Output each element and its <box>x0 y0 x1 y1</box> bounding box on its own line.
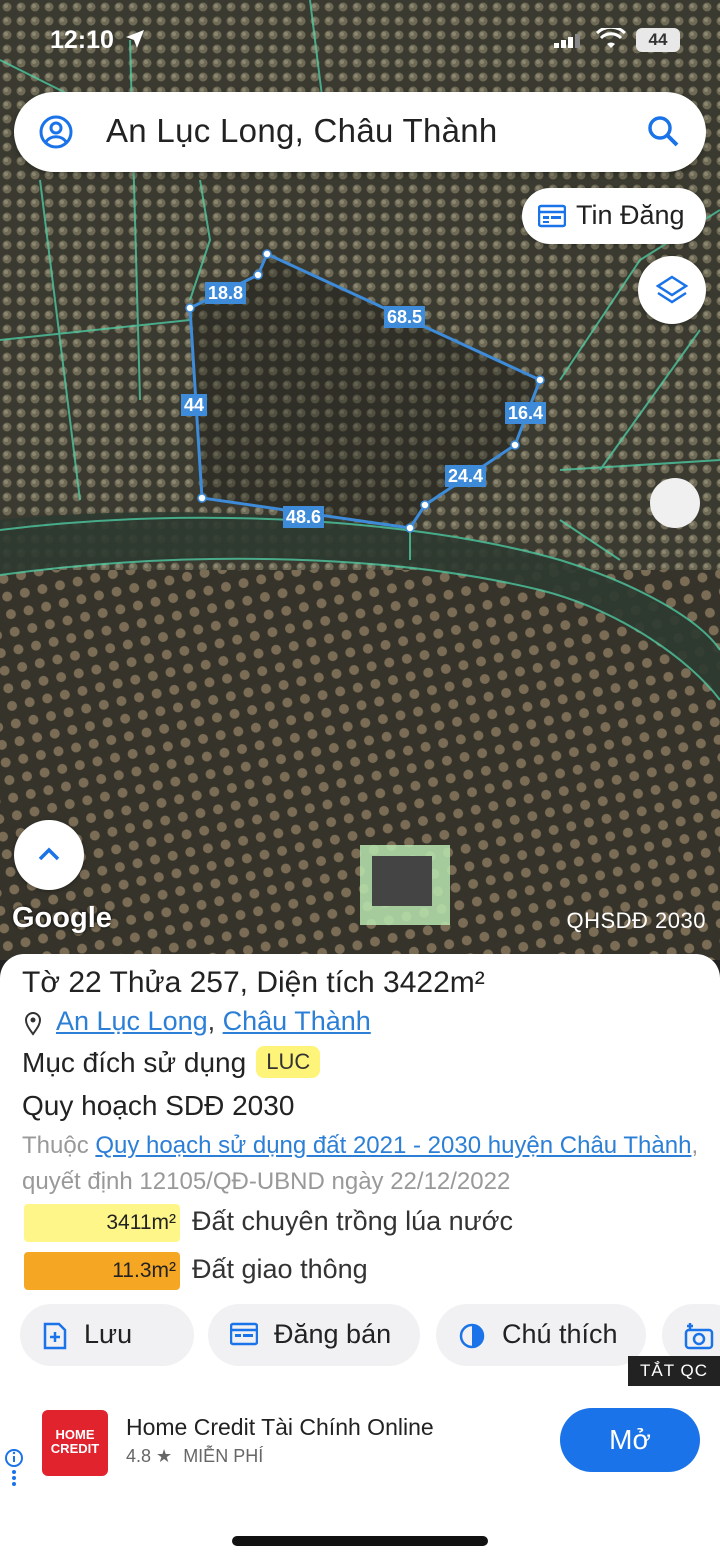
account-icon[interactable] <box>38 114 74 150</box>
area-row-rice: 3411m² Đất chuyên trồng lúa nước <box>24 1204 704 1244</box>
location-arrow-icon <box>126 30 144 48</box>
layers-icon <box>656 275 688 304</box>
search-icon[interactable] <box>646 114 680 148</box>
land-purpose: Mục đích sử dụng LUC <box>22 1046 321 1079</box>
parcel-info-panel: Tờ 22 Thửa 257, Diện tích 3422m² An Lục … <box>0 954 720 1404</box>
contrast-icon <box>459 1323 485 1349</box>
google-logo: Google <box>12 902 112 934</box>
sell-button[interactable]: Đăng bán <box>208 1304 420 1366</box>
area-value: 11.3m² <box>112 1259 176 1282</box>
ad-price: MIỄN PHÍ <box>183 1446 264 1466</box>
ad-app-logo: HOME CREDIT <box>42 1410 108 1476</box>
purpose-label: Mục đích sử dụng <box>22 1047 247 1078</box>
save-icon <box>43 1322 67 1350</box>
dimension-label: 44 <box>181 394 208 416</box>
note-prefix: Thuộc <box>22 1132 96 1159</box>
battery-icon: 44 <box>636 28 680 52</box>
ad-banner[interactable]: HOME CREDIT Home Credit Tài Chính Online… <box>0 1390 720 1498</box>
expand-up-button[interactable] <box>14 820 84 890</box>
tin-dang-label: Tin Đăng <box>576 200 685 230</box>
status-time: 12:10 <box>50 26 114 54</box>
layers-button[interactable] <box>638 256 706 324</box>
dimension-label: 48.6 <box>283 506 325 528</box>
listing-icon <box>538 204 566 228</box>
area-value: 3411m² <box>106 1211 176 1234</box>
search-bar[interactable]: An Lục Long, Châu Thành <box>14 92 706 172</box>
area-row-road: 11.3m² Đất giao thông <box>24 1252 704 1292</box>
home-indicator-area <box>0 1498 720 1558</box>
chevron-up-icon <box>38 847 60 861</box>
parcel-title: Tờ 22 Thửa 257, Diện tích 3422m² <box>22 966 485 999</box>
listing-icon <box>230 1322 258 1346</box>
ad-subtitle: 4.8 ★ MIỄN PHÍ <box>126 1446 263 1467</box>
ad-rating: 4.8 ★ <box>126 1446 173 1466</box>
sell-label: Đăng bán <box>274 1319 392 1349</box>
wifi-icon <box>596 28 626 48</box>
close-ad-button[interactable]: TẮT QC <box>628 1356 720 1386</box>
ad-title: Home Credit Tài Chính Online <box>126 1414 434 1440</box>
map-view[interactable]: 18.8 68.5 44 16.4 24.4 48.6 12:10 44 An … <box>0 0 720 960</box>
action-bar: Lưu Đăng bán Chú thích <box>0 1304 720 1368</box>
save-label: Lưu <box>84 1319 133 1349</box>
area-label: Đất giao thông <box>192 1254 368 1284</box>
save-button[interactable]: Lưu <box>20 1304 194 1366</box>
plan-layer-label: QHSDĐ 2030 <box>566 908 706 933</box>
dimension-label: 18.8 <box>205 282 247 304</box>
add-photo-icon <box>684 1323 714 1350</box>
purpose-code-badge: LUC <box>256 1046 321 1078</box>
status-bar: 12:10 44 <box>0 22 720 62</box>
dimension-label: 68.5 <box>384 306 426 328</box>
signal-icon <box>554 34 580 48</box>
pin-icon <box>24 1012 42 1036</box>
legend-button[interactable]: Chú thích <box>436 1304 646 1366</box>
area-label: Đất chuyên trồng lúa nước <box>192 1206 513 1236</box>
area-value-bar: 3411m² <box>24 1204 180 1242</box>
dimension-label: 16.4 <box>505 402 547 424</box>
address-link-commune[interactable]: An Lục Long <box>56 1006 208 1036</box>
ad-info-icon[interactable] <box>4 1448 24 1488</box>
ad-logo-text: HOME CREDIT <box>50 1427 100 1456</box>
parcel-address: An Lục Long, Châu Thành <box>24 1006 371 1037</box>
search-input[interactable]: An Lục Long, Châu Thành <box>106 112 498 150</box>
address-separator: , <box>207 1006 223 1036</box>
ad-open-button[interactable]: Mở <box>560 1408 700 1472</box>
tin-dang-button[interactable]: Tin Đăng <box>522 188 706 244</box>
legend-label: Chú thích <box>502 1319 618 1349</box>
area-value-bar: 11.3m² <box>24 1252 180 1290</box>
plan-link[interactable]: Quy hoạch sử dụng đất 2021 - 2030 huyện … <box>95 1132 691 1159</box>
location-dot-button[interactable] <box>650 478 700 528</box>
plan-title: Quy hoạch SDĐ 2030 <box>22 1090 295 1121</box>
dimension-label: 24.4 <box>445 465 487 487</box>
plan-note: Thuộc Quy hoạch sử dụng đất 2021 - 2030 … <box>22 1128 702 1200</box>
address-link-district[interactable]: Châu Thành <box>223 1006 371 1036</box>
home-indicator[interactable] <box>232 1536 488 1546</box>
